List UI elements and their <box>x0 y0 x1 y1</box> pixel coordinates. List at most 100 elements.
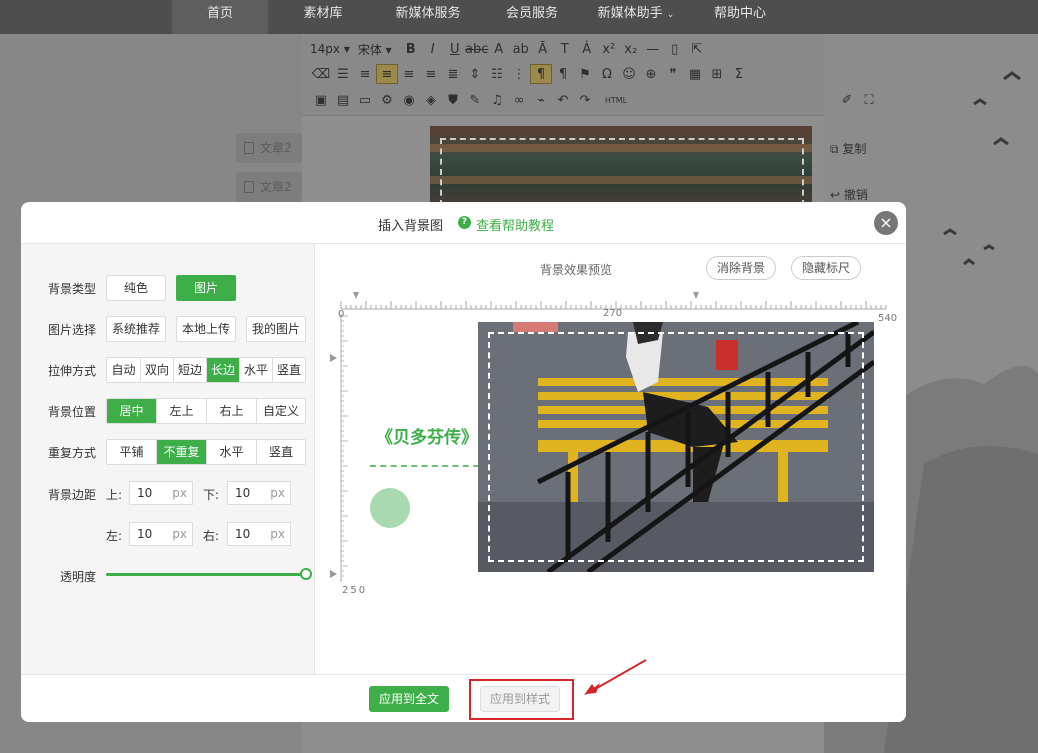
emoji-icon[interactable]: ☺ <box>618 64 640 84</box>
gallery-icon[interactable]: ▤ <box>332 90 354 110</box>
underline-icon[interactable]: U <box>444 39 466 59</box>
local-upload-button[interactable]: 本地上传 <box>176 316 236 342</box>
nav-home[interactable]: 首页 <box>172 0 268 34</box>
grid-icon[interactable]: ⊞ <box>706 64 728 84</box>
image-icon[interactable]: ▣ <box>310 90 332 110</box>
shopping-bag-icon[interactable]: ◈ <box>420 90 442 110</box>
camera-icon[interactable]: ◉ <box>398 90 420 110</box>
align-justify-icon[interactable]: ≣ <box>442 64 464 84</box>
align-center-icon[interactable]: ≡ <box>398 64 420 84</box>
sum-icon[interactable]: Σ <box>728 64 750 84</box>
bg-type-solid-button[interactable]: 纯色 <box>106 275 166 301</box>
ruler-left-marker[interactable] <box>353 292 359 299</box>
nav-material-library[interactable]: 素材库 <box>288 0 358 34</box>
export-icon[interactable]: ⇱ <box>686 39 708 59</box>
stretch-horizontal-option[interactable]: 水平 <box>240 358 273 382</box>
italic-icon[interactable]: I <box>422 39 444 59</box>
link-icon[interactable]: ∞ <box>508 90 530 110</box>
ruler-right-marker[interactable] <box>693 292 699 299</box>
magic-wand-icon[interactable]: ✎ <box>464 90 486 110</box>
bold-icon[interactable]: B <box>400 39 422 59</box>
nav-media-service[interactable]: 新媒体服务 <box>384 0 472 34</box>
system-recommend-button[interactable]: 系统推荐 <box>106 316 166 342</box>
horizontal-line-icon[interactable]: — <box>642 39 664 59</box>
ruler-bottom-marker[interactable] <box>330 570 337 578</box>
fullscreen-icon[interactable]: ⛶ <box>858 90 880 110</box>
redo-icon[interactable]: ↷ <box>574 90 596 110</box>
margin-right-input[interactable]: 10 px <box>227 522 291 546</box>
settings-icon[interactable]: ⚙ <box>376 90 398 110</box>
bg-type-image-button[interactable]: 图片 <box>176 275 236 301</box>
position-top-left-option[interactable]: 左上 <box>157 399 207 423</box>
list-icon[interactable]: ⋮ <box>508 64 530 84</box>
format-painter-icon[interactable]: ⚑ <box>574 64 596 84</box>
strikethrough-icon[interactable]: abc <box>465 39 488 59</box>
align-right-icon[interactable]: ≡ <box>420 64 442 84</box>
nav-media-assistant[interactable]: 新媒体助手 ⌄ <box>592 0 680 34</box>
font-size-select[interactable]: 14px ▾ <box>310 42 350 56</box>
font-family-select[interactable]: 宋体 ▾ <box>358 41 392 58</box>
document-icon[interactable]: ▯ <box>664 39 686 59</box>
undo-icon[interactable]: ↶ <box>552 90 574 110</box>
video-icon[interactable]: ▭ <box>354 90 376 110</box>
music-icon[interactable]: ♫ <box>486 90 508 110</box>
opacity-slider-handle[interactable] <box>300 568 312 580</box>
stretch-both-option[interactable]: 双向 <box>141 358 174 382</box>
stamp-icon[interactable]: ⛊ <box>442 90 464 110</box>
paragraph-spacing-icon[interactable]: ☷ <box>486 64 508 84</box>
special-char-icon[interactable]: Ω <box>596 64 618 84</box>
ltr-direction-icon[interactable]: ¶ <box>530 64 552 84</box>
position-center-option[interactable]: 居中 <box>107 399 157 423</box>
search-icon[interactable]: ⊕ <box>640 64 662 84</box>
side-tab-article[interactable]: 文章2 <box>236 133 302 163</box>
repeat-horizontal-option[interactable]: 水平 <box>207 440 257 464</box>
copy-button[interactable]: ⧉ 复制 <box>830 135 890 163</box>
text-effect-icon[interactable]: T <box>554 39 576 59</box>
my-images-button[interactable]: 我的图片 <box>246 316 306 342</box>
stretch-long-option[interactable]: 长边 <box>207 358 240 382</box>
vertical-ruler[interactable] <box>340 314 348 582</box>
margin-top-label: 上: <box>106 488 123 502</box>
margin-left-input[interactable]: 10 px <box>129 522 193 546</box>
indent-icon[interactable]: ☰ <box>332 64 354 84</box>
highlight-color-icon[interactable]: ab <box>510 39 532 59</box>
font-color-icon[interactable]: A <box>488 39 510 59</box>
ruler-top-marker[interactable] <box>330 354 337 362</box>
stretch-short-option[interactable]: 短边 <box>174 358 207 382</box>
position-custom-option[interactable]: 自定义 <box>257 399 305 423</box>
ruler-x-label-270: 270 <box>603 308 622 319</box>
help-icon[interactable]: ? <box>458 216 471 229</box>
edit-icon[interactable]: ✐ <box>836 90 858 110</box>
apply-to-style-button[interactable]: 应用到样式 <box>480 686 560 712</box>
eraser-icon[interactable]: ⌫ <box>310 64 332 84</box>
apply-to-full-text-button[interactable]: 应用到全文 <box>369 686 449 712</box>
outdent-icon[interactable]: ≡ <box>354 64 376 84</box>
superscript-icon[interactable]: x² <box>598 39 620 59</box>
table-icon[interactable]: ▦ <box>684 64 706 84</box>
line-height-icon[interactable]: ⇕ <box>464 64 486 84</box>
help-tutorial-link[interactable]: 查看帮助教程 <box>476 215 554 234</box>
rtl-direction-icon[interactable]: ¶ <box>552 64 574 84</box>
nav-help-center[interactable]: 帮助中心 <box>704 0 776 34</box>
background-image-preview[interactable] <box>478 322 874 572</box>
opacity-slider-track[interactable] <box>106 573 306 576</box>
text-format-icon[interactable]: Ȧ <box>576 39 598 59</box>
nav-member-service[interactable]: 会员服务 <box>496 0 568 34</box>
text-border-icon[interactable]: Ā <box>532 39 554 59</box>
stretch-vertical-option[interactable]: 竖直 <box>273 358 305 382</box>
stretch-auto-option[interactable]: 自动 <box>107 358 141 382</box>
subscript-icon[interactable]: x₂ <box>620 39 642 59</box>
close-button[interactable]: × <box>874 211 898 235</box>
margin-top-input[interactable]: 10 px <box>129 481 193 505</box>
repeat-none-option[interactable]: 不重复 <box>157 440 207 464</box>
margin-bottom-input[interactable]: 10 px <box>227 481 291 505</box>
html-icon[interactable]: HTML <box>596 90 636 110</box>
repeat-vertical-option[interactable]: 竖直 <box>257 440 305 464</box>
side-tab-article-2[interactable]: 文章2 <box>236 172 302 202</box>
position-top-right-option[interactable]: 右上 <box>207 399 257 423</box>
quote-icon[interactable]: ❞ <box>662 64 684 84</box>
unlink-icon[interactable]: ⌁ <box>530 90 552 110</box>
repeat-tile-option[interactable]: 平铺 <box>107 440 157 464</box>
editor-toolbar: 14px ▾ 宋体 ▾ B I U abc A ab Ā T Ȧ x² x₂ —… <box>302 36 874 116</box>
align-left-icon[interactable]: ≡ <box>376 64 398 84</box>
